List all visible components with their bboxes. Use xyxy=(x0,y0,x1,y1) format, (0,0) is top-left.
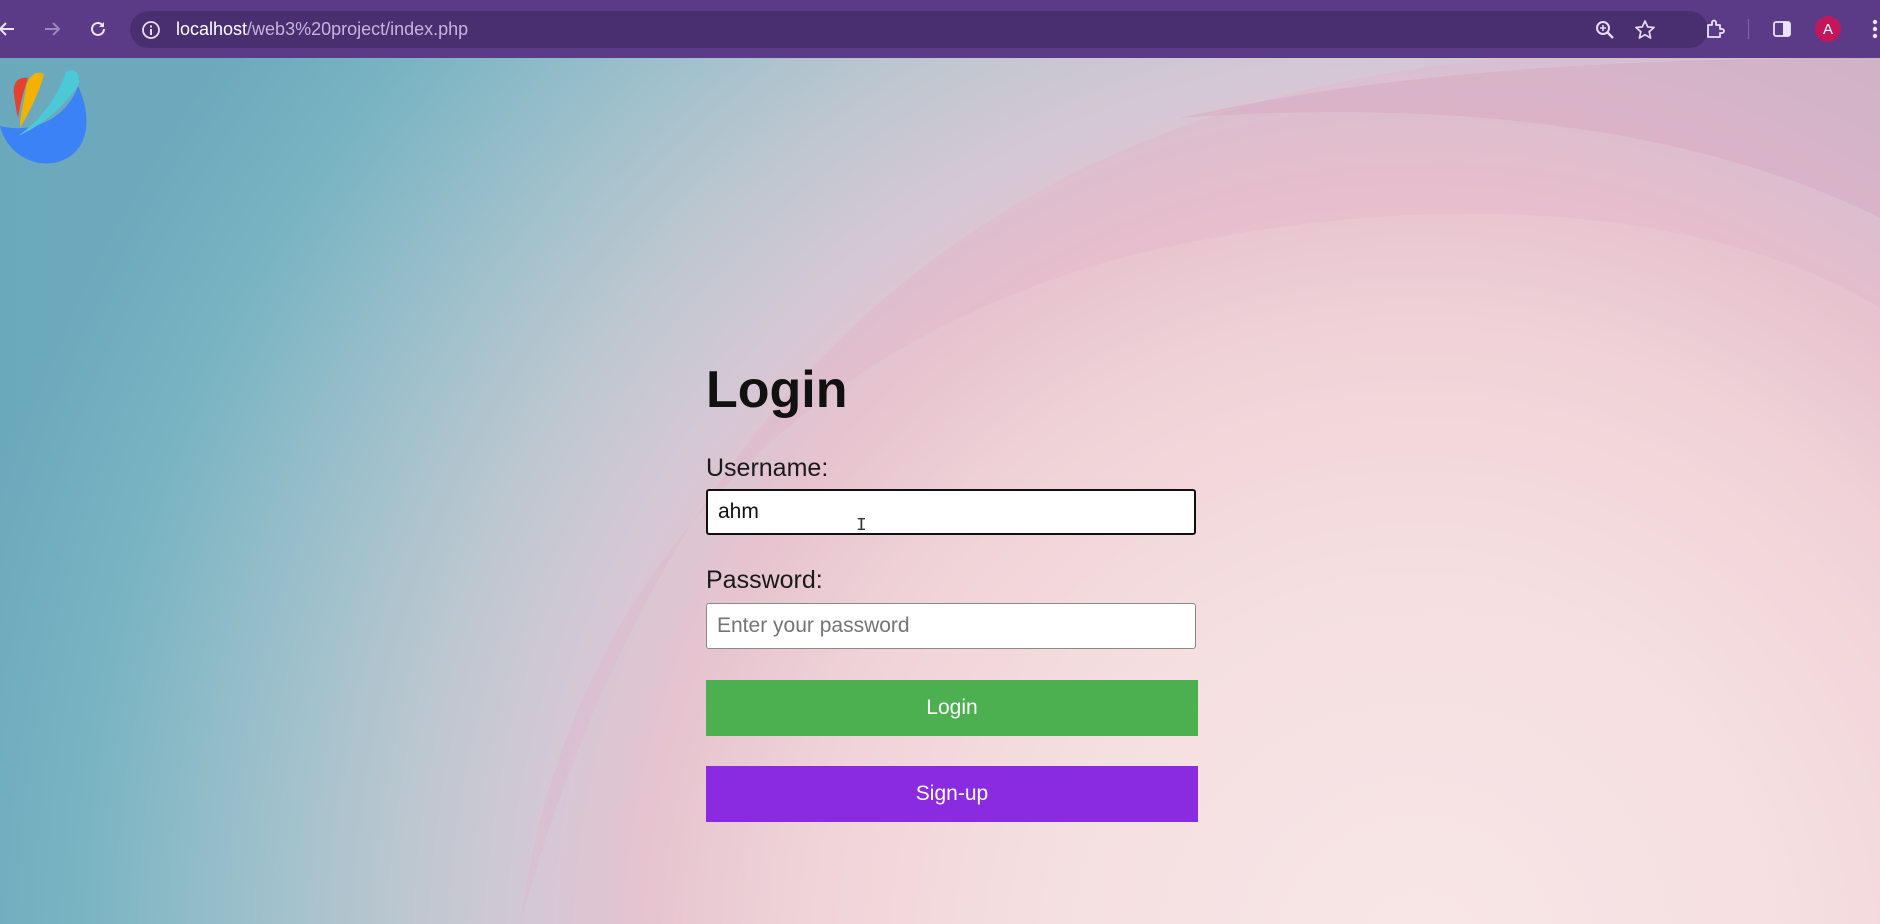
menu-icon[interactable] xyxy=(1860,14,1880,44)
url-path: /web3%20project/index.php xyxy=(247,19,469,39)
forward-icon[interactable] xyxy=(37,14,67,44)
zoom-icon[interactable] xyxy=(1594,19,1616,41)
password-label: Password: xyxy=(706,566,823,594)
page-title: Login xyxy=(706,361,848,419)
signup-button[interactable]: Sign-up xyxy=(706,766,1198,822)
username-input[interactable] xyxy=(706,489,1196,535)
extensions-icon[interactable] xyxy=(1700,14,1730,44)
text-cursor-icon: I xyxy=(856,516,867,536)
login-page: Login Username: I Password: Login Sign-u… xyxy=(0,58,1880,924)
bookmark-star-icon[interactable] xyxy=(1634,19,1656,41)
username-label: Username: xyxy=(706,454,829,482)
url-host: localhost xyxy=(176,19,248,39)
site-info-icon[interactable] xyxy=(140,19,161,40)
reload-icon[interactable] xyxy=(83,14,113,44)
profile-avatar[interactable]: A xyxy=(1815,16,1841,42)
toolbar-separator xyxy=(1748,19,1749,39)
site-logo xyxy=(0,69,87,164)
address-bar[interactable]: localhost/web3%20project/index.php xyxy=(130,11,1708,48)
login-button[interactable]: Login xyxy=(706,680,1198,736)
profile-initial: A xyxy=(1822,20,1833,38)
side-panel-icon[interactable] xyxy=(1767,14,1797,44)
password-input[interactable] xyxy=(706,603,1196,649)
browser-toolbar: localhost/web3%20project/index.php A xyxy=(0,0,1880,58)
url-text[interactable]: localhost/web3%20project/index.php xyxy=(176,19,468,40)
back-icon[interactable] xyxy=(0,14,22,44)
